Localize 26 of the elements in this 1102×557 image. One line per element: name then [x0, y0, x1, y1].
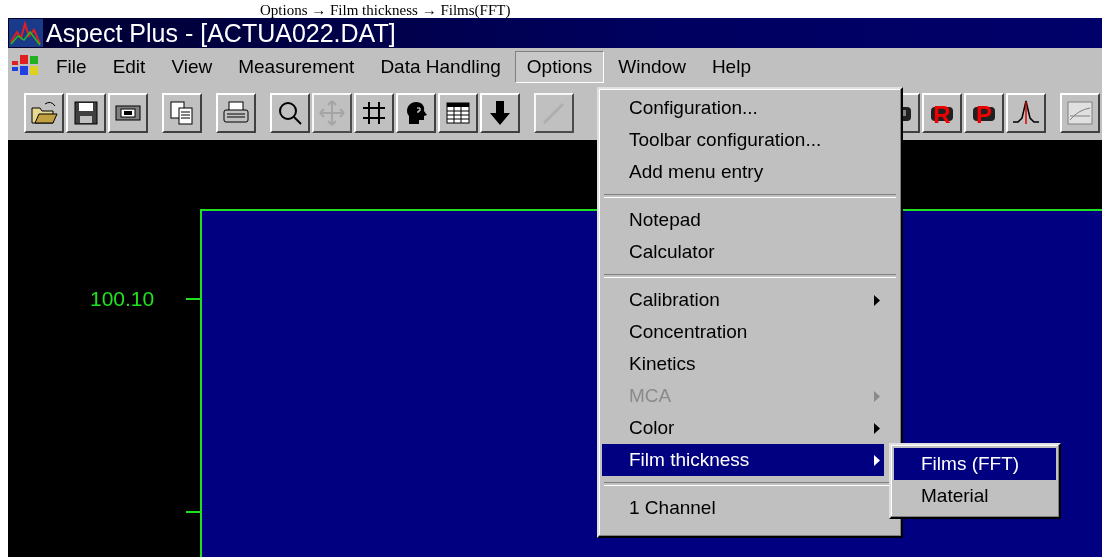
- menu-item[interactable]: View: [159, 50, 225, 83]
- menu-item[interactable]: Concentration: [602, 316, 884, 348]
- menu-item[interactable]: Toolbar configuration...: [602, 124, 884, 156]
- toolbar-button[interactable]: R: [922, 92, 962, 133]
- y-axis-label: 100.10: [90, 287, 155, 311]
- menu-item[interactable]: Window: [606, 50, 698, 83]
- window-title: Aspect Plus - [ACTUA022.DAT]: [46, 18, 396, 48]
- menu-item[interactable]: Material: [894, 480, 1056, 512]
- menu-item[interactable]: Films (FFT): [894, 448, 1056, 480]
- menu-item[interactable]: 1 Channel: [602, 492, 884, 524]
- caption-text: Options → Film thickness → Films(FFT): [260, 2, 511, 18]
- menu-item[interactable]: Add menu entry: [602, 156, 884, 188]
- menu-item[interactable]: Notepad: [602, 204, 884, 236]
- menu-item[interactable]: Film thickness: [602, 444, 884, 476]
- toolbar-button[interactable]: P: [964, 92, 1004, 133]
- menu-item[interactable]: Options: [514, 50, 605, 83]
- menu-item[interactable]: Edit: [100, 50, 158, 83]
- menu-item[interactable]: Help: [699, 50, 763, 83]
- menu-item[interactable]: Calculator: [602, 236, 884, 268]
- menu-item[interactable]: File: [44, 50, 99, 83]
- menu-item[interactable]: Kinetics: [602, 348, 884, 380]
- menu-item[interactable]: Color: [602, 412, 884, 444]
- menu-item[interactable]: Data Handling: [368, 50, 513, 83]
- menu-item[interactable]: Calibration: [602, 284, 884, 316]
- menu-item[interactable]: Measurement: [226, 50, 367, 83]
- menu-item[interactable]: Configuration...: [602, 92, 884, 124]
